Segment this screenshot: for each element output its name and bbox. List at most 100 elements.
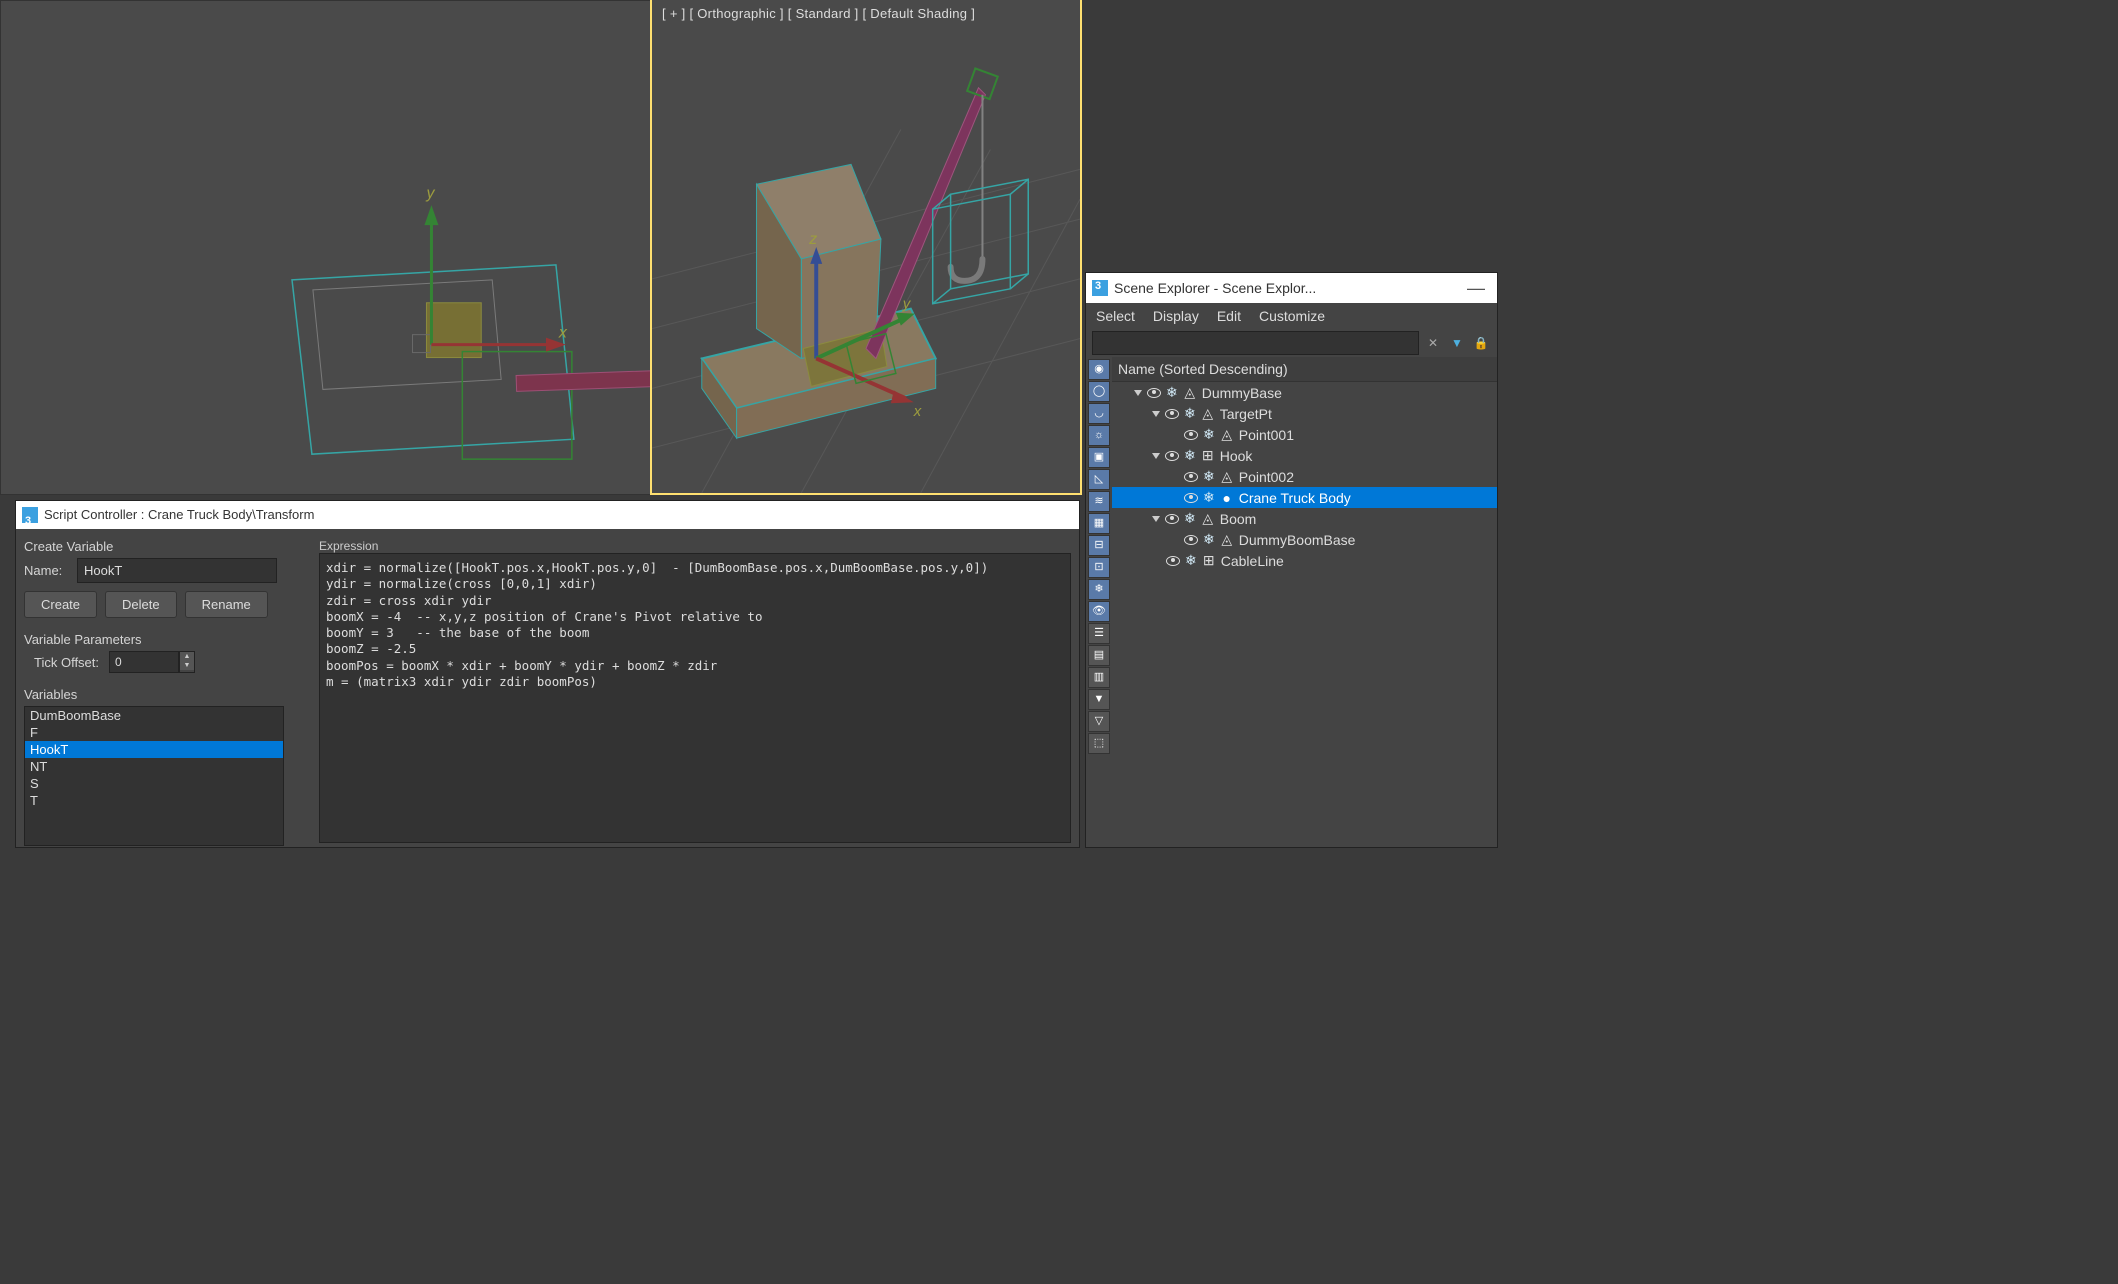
svg-text:y: y (425, 185, 435, 202)
freeze-icon[interactable]: ❄ (1184, 510, 1196, 527)
visibility-eye-icon[interactable] (1184, 493, 1198, 503)
menu-edit[interactable]: Edit (1217, 308, 1241, 324)
freeze-icon[interactable]: ❄ (1184, 447, 1196, 464)
expand-toggle-icon[interactable] (1152, 516, 1160, 522)
clear-search-icon[interactable]: ✕ (1423, 333, 1443, 353)
variable-item[interactable]: F (25, 724, 283, 741)
tree-node[interactable]: ❄ ◬ Point001 (1112, 424, 1497, 445)
node-label: CableLine (1221, 553, 1284, 569)
tree-node[interactable]: ❄⊞Hook (1112, 445, 1497, 466)
visibility-eye-icon[interactable] (1165, 514, 1179, 524)
tree-node[interactable]: ❄ ◬ TargetPt (1112, 403, 1497, 424)
perspective-viewport[interactable]: [ + ] [ Orthographic ] [ Standard ] [ De… (650, 0, 1082, 495)
node-label: DummyBoomBase (1239, 532, 1356, 548)
filter-groups-icon[interactable]: ▦ (1088, 513, 1110, 534)
node-type-icon: ◬ (1220, 470, 1234, 484)
filter-bone-icon[interactable]: ⊟ (1088, 535, 1110, 556)
variable-item[interactable]: HookT (25, 741, 283, 758)
scene-explorer-title: Scene Explorer - Scene Explor... (1114, 280, 1316, 296)
visibility-eye-icon[interactable] (1165, 451, 1179, 461)
menu-customize[interactable]: Customize (1259, 308, 1325, 324)
scene-explorer-menu: Select Display Edit Customize (1086, 303, 1497, 329)
view-details-icon[interactable]: ▥ (1088, 667, 1110, 688)
filter-all-icon[interactable]: ◉ (1088, 359, 1110, 380)
view-thumb-icon[interactable]: ▤ (1088, 645, 1110, 666)
tree-node[interactable]: ❄●Crane Truck Body (1112, 487, 1497, 508)
script-controller-titlebar[interactable]: Script Controller : Crane Truck Body\Tra… (16, 501, 1079, 529)
freeze-icon[interactable]: ❄ (1184, 405, 1196, 422)
tick-offset-spinner[interactable]: ▲▼ (109, 651, 195, 673)
scene-explorer-panel: Scene Explorer - Scene Explor... — Selec… (1085, 272, 1498, 848)
variable-item[interactable]: S (25, 775, 283, 792)
spin-down-icon[interactable]: ▼ (180, 661, 194, 670)
filter-helpers-icon[interactable]: ◺ (1088, 469, 1110, 490)
freeze-icon[interactable]: ❄ (1203, 531, 1215, 548)
node-type-icon: ◬ (1201, 407, 1215, 421)
variables-list[interactable]: DumBoomBaseFHookTNTST (24, 706, 284, 846)
minimize-button[interactable]: — (1461, 278, 1491, 299)
filter-shapes-icon[interactable]: ◡ (1088, 403, 1110, 424)
node-label: Crane Truck Body (1239, 490, 1351, 506)
tree-node[interactable]: ❄ ◬ DummyBase (1112, 382, 1497, 403)
filter-selection-icon[interactable]: ▼ (1447, 333, 1467, 353)
app-icon (1092, 280, 1108, 296)
tree-node[interactable]: ❄◬DummyBoomBase (1112, 529, 1497, 550)
expand-toggle-icon[interactable] (1152, 411, 1160, 417)
configure-icon[interactable]: ⬚ (1088, 733, 1110, 754)
freeze-icon[interactable]: ❄ (1166, 384, 1178, 401)
filter-containers-icon[interactable]: ⊡ (1088, 557, 1110, 578)
tree-node[interactable]: ❄◬Point002 (1112, 466, 1497, 487)
tree-node[interactable]: ❄◬Boom (1112, 508, 1497, 529)
sort-icon[interactable]: ▼ (1088, 689, 1110, 710)
tree-column-header[interactable]: Name (Sorted Descending) (1112, 357, 1497, 382)
variable-parameters-label: Variable Parameters (24, 632, 303, 647)
filter-cameras-icon[interactable]: ▣ (1088, 447, 1110, 468)
scene-explorer-tree[interactable]: Name (Sorted Descending) ❄ ◬ DummyBase ❄ ◬ Ta… (1112, 357, 1497, 847)
node-label: Point001 (1239, 427, 1294, 443)
variable-item[interactable]: T (25, 792, 283, 809)
visibility-eye-icon[interactable] (1147, 388, 1161, 398)
visibility-eye-icon[interactable] (1184, 472, 1198, 482)
node-label: DummyBase (1202, 385, 1282, 401)
tick-offset-label: Tick Offset: (24, 655, 99, 670)
tick-offset-input[interactable] (109, 651, 179, 673)
node-type-icon: ⊞ (1202, 554, 1216, 568)
freeze-icon[interactable]: ❄ (1203, 426, 1215, 443)
filter-lights-icon[interactable]: ☼ (1088, 425, 1110, 446)
freeze-icon[interactable]: ❄ (1185, 552, 1197, 569)
filter-hidden-icon[interactable]: 👁 (1088, 601, 1110, 622)
tree-node[interactable]: ❄ ⊞ CableLine (1112, 550, 1497, 571)
menu-select[interactable]: Select (1096, 308, 1135, 324)
menu-display[interactable]: Display (1153, 308, 1199, 324)
freeze-icon[interactable]: ❄ (1203, 468, 1215, 485)
visibility-eye-icon[interactable] (1184, 535, 1198, 545)
delete-button[interactable]: Delete (105, 591, 177, 618)
expression-textarea[interactable] (319, 553, 1071, 843)
variable-item[interactable]: NT (25, 758, 283, 775)
expand-toggle-icon[interactable] (1152, 453, 1160, 459)
name-label: Name: (24, 563, 69, 578)
node-type-icon: ◬ (1183, 386, 1197, 400)
scene-explorer-titlebar[interactable]: Scene Explorer - Scene Explor... — (1086, 273, 1497, 303)
filter-frozen-icon[interactable]: ❄ (1088, 579, 1110, 600)
freeze-icon[interactable]: ❄ (1203, 489, 1215, 506)
rename-button[interactable]: Rename (185, 591, 268, 618)
filter-funnel-icon[interactable]: ▽ (1088, 711, 1110, 732)
create-button[interactable]: Create (24, 591, 97, 618)
variable-item[interactable]: DumBoomBase (25, 707, 283, 724)
app-icon (22, 507, 38, 523)
node-label: Hook (1220, 448, 1253, 464)
lock-icon[interactable]: 🔒 (1471, 333, 1491, 353)
visibility-eye-icon[interactable] (1184, 430, 1198, 440)
scene-explorer-search-input[interactable] (1092, 331, 1419, 355)
spin-up-icon[interactable]: ▲ (180, 652, 194, 661)
node-type-icon: ◬ (1220, 428, 1234, 442)
expand-toggle-icon[interactable] (1134, 390, 1142, 396)
filter-spacewarps-icon[interactable]: ≋ (1088, 491, 1110, 512)
visibility-eye-icon[interactable] (1166, 556, 1180, 566)
variable-name-input[interactable] (77, 558, 277, 583)
node-label: TargetPt (1220, 406, 1272, 422)
filter-geometry-icon[interactable]: ◯ (1088, 381, 1110, 402)
view-list-icon[interactable]: ☰ (1088, 623, 1110, 644)
visibility-eye-icon[interactable] (1165, 409, 1179, 419)
